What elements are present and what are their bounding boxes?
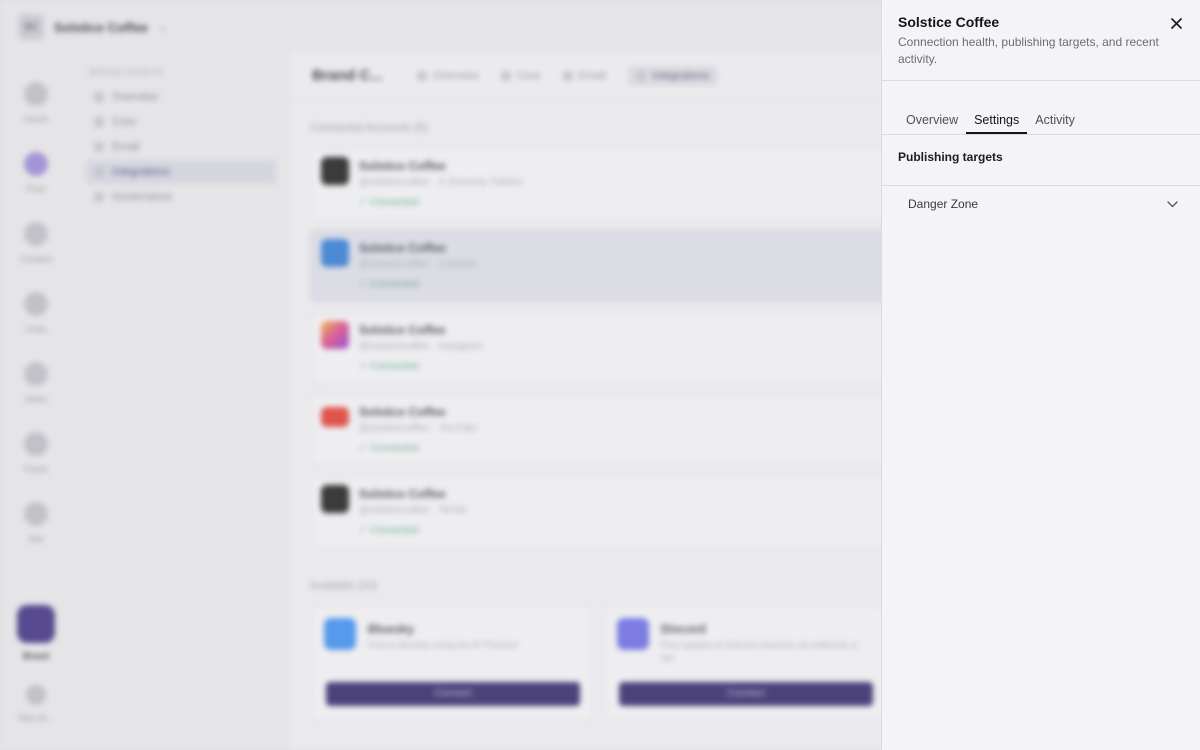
close-icon [1170, 17, 1182, 29]
drawer-subtitle: Connection health, publishing targets, a… [898, 35, 1159, 66]
drawer-tabs: Overview Settings Activity [898, 109, 1083, 134]
tab-overview[interactable]: Overview [898, 109, 966, 133]
chevron-down-icon [1167, 200, 1178, 207]
close-button[interactable] [1166, 13, 1186, 33]
danger-zone-label: Danger Zone [908, 197, 979, 211]
divider [882, 185, 1200, 186]
account-detail-drawer: Solstice Coffee Connection health, publi… [881, 0, 1200, 750]
divider [882, 134, 1200, 135]
tab-settings[interactable]: Settings [966, 109, 1028, 134]
danger-zone-toggle[interactable]: Danger Zone [898, 192, 1186, 216]
divider [882, 80, 1200, 81]
tab-activity[interactable]: Activity [1027, 109, 1083, 133]
drawer-title: Solstice Coffee [898, 14, 1000, 30]
publishing-targets-heading: Publishing targets [898, 150, 1003, 164]
